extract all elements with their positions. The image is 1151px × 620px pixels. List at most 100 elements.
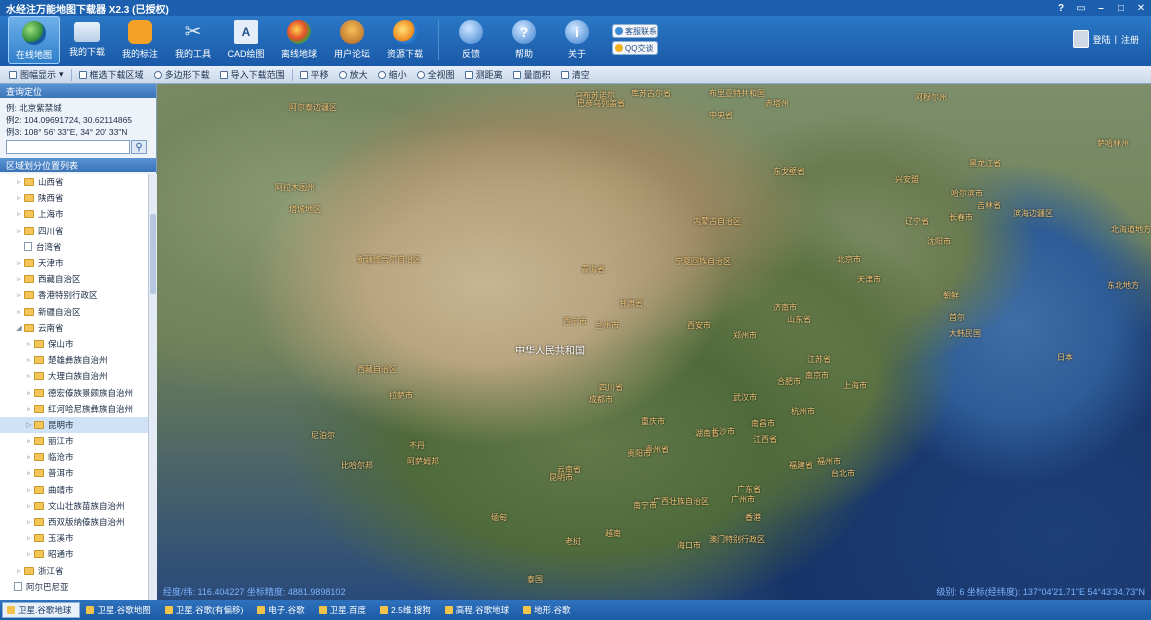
map-source-tab[interactable]: 高程.谷歌地球 [441,602,517,618]
location-search-input[interactable] [6,140,130,154]
scrollbar-thumb[interactable] [150,214,156,294]
offline-globe-button[interactable]: 离线地球 [273,16,325,64]
maximize-button[interactable]: □ [1111,1,1131,15]
tree-item[interactable]: ▹ 山西省 [0,174,148,190]
expand-toggle-icon[interactable]: ▹ [24,389,34,397]
expand-toggle-icon[interactable]: ▹ [24,534,34,542]
expand-toggle-icon[interactable]: ▹ [14,227,24,235]
tree-scrollbar[interactable] [148,174,157,600]
expand-toggle-icon[interactable]: ▹ [14,308,24,316]
resource-download-button[interactable]: 资源下载 [379,16,431,64]
expand-toggle-icon[interactable]: ▹ [24,405,34,413]
tree-item[interactable]: ▹ 西双版纳傣族自治州 [0,514,148,530]
map-view[interactable]: 阿尔泰边疆区 乌布苏诺尔 库苏古尔省 布里亚特共和国 赤塔州 阿穆尔州 巴彦乌列盖省 中央省阿… [157,84,1151,600]
layers-button[interactable]: 图幅显示 ▾ [4,67,69,83]
contact-service-button[interactable]: 客服联系 [612,24,658,38]
expand-toggle-icon[interactable]: ▹ [14,567,24,575]
expand-toggle-icon[interactable]: ▹ [24,356,34,364]
expand-toggle-icon[interactable]: ▹ [24,340,34,348]
tree-item[interactable]: ▹ 上海市 [0,206,148,222]
measure-area-button[interactable]: 量面积 [508,67,556,83]
expand-toggle-icon[interactable]: ◢ [14,324,24,332]
search-button[interactable]: ⚲ [131,140,147,154]
my-marks-button[interactable]: 我的标注 [114,16,166,64]
cad-drawing-button[interactable]: A CAD绘图 [220,16,272,64]
pan-button[interactable]: 平移 [295,67,334,83]
map-source-tab[interactable]: 卫星.百度 [315,602,374,618]
expand-toggle-icon[interactable]: ▹ [24,550,34,558]
tree-item[interactable]: ▹ 临沧市 [0,449,148,465]
expand-toggle-icon[interactable]: ▷ [24,421,34,429]
tree-item[interactable]: ▹ 保山市 [0,336,148,352]
map-source-tab[interactable]: 地形.谷歌 [519,602,578,618]
expand-toggle-icon[interactable]: ▹ [14,291,24,299]
tree-item[interactable]: ▹ 天津市 [0,255,148,271]
my-tools-button[interactable]: ✂ 我的工具 [167,16,219,64]
expand-toggle-icon[interactable]: ▹ [24,437,34,445]
minimize-button[interactable]: – [1091,1,1111,15]
expand-toggle-icon[interactable]: ▹ [24,469,34,477]
zoom-in-button[interactable]: 放大 [334,67,373,83]
map-place-label: 日本 [1057,353,1073,362]
measure-distance-button[interactable]: 测距离 [460,67,508,83]
zoom-out-button[interactable]: 缩小 [373,67,412,83]
tree-item[interactable]: ▹ 西藏自治区 [0,271,148,287]
my-downloads-button[interactable]: 我的下载 [61,16,113,64]
feedback-button[interactable]: 反馈 [445,16,497,64]
expand-toggle-icon[interactable]: ▹ [14,275,24,283]
tree-item[interactable]: ▹ 陕西省 [0,190,148,206]
import-range-button[interactable]: 导入下载范围 [215,67,290,83]
map-source-tab[interactable]: 卫星.谷歌(有偏移) [161,602,252,618]
tree-item-label: 浙江省 [38,565,64,576]
login-link[interactable]: 登陆 [1093,33,1111,46]
online-map-button[interactable]: 在线地图 [8,16,60,64]
map-place-label: 缅甸 [491,513,507,522]
tree-item[interactable]: ▹ 红河哈尼族彝族自治州 [0,401,148,417]
help-button[interactable]: ? 帮助 [498,16,550,64]
user-forum-button[interactable]: 用户论坛 [326,16,378,64]
tree-item[interactable]: ▹ 香港特别行政区 [0,287,148,303]
tree-item[interactable]: 阿尔巴尼亚 [0,579,148,595]
expand-toggle-icon[interactable]: ▹ [24,518,34,526]
expand-toggle-icon[interactable]: ▹ [24,502,34,510]
tree-item[interactable]: ▹ 玉溪市 [0,530,148,546]
expand-toggle-icon[interactable]: ▹ [24,372,34,380]
tree-item[interactable]: ▹ 大理白族自治州 [0,368,148,384]
map-source-tab[interactable]: 卫星.谷歌地图 [82,602,158,618]
tree-item[interactable]: ▹ 文山壮族苗族自治州 [0,498,148,514]
full-view-button[interactable]: 全视图 [412,67,460,83]
expand-toggle-icon[interactable]: ▹ [14,210,24,218]
tree-item[interactable]: ◢ 云南省 [0,320,148,336]
register-link[interactable]: 注册 [1121,33,1139,46]
folder-icon [34,550,44,559]
select-area-button[interactable]: 框选下载区域 [74,67,149,83]
tree-item-label: 保山市 [48,338,74,349]
polygon-download-button[interactable]: 多边形下载 [149,67,215,83]
about-button[interactable]: i 关于 [551,16,603,64]
expand-toggle-icon[interactable]: ▹ [24,453,34,461]
qq-chat-button[interactable]: QQ交谈 [612,41,658,55]
tree-item[interactable]: ▹ 昭通市 [0,546,148,562]
map-place-label: 福建省 [789,461,813,470]
tree-item[interactable]: ▹ 四川省 [0,223,148,239]
restore-button[interactable]: ▭ [1071,1,1091,15]
expand-toggle-icon[interactable]: ▹ [14,178,24,186]
expand-toggle-icon[interactable]: ▹ [14,194,24,202]
tree-item[interactable]: ▹ 曲靖市 [0,482,148,498]
close-button[interactable]: ✕ [1131,1,1151,15]
tree-item[interactable]: ▹ 德宏傣族景颇族自治州 [0,384,148,400]
tree-item[interactable]: ▹ 普洱市 [0,465,148,481]
clear-button[interactable]: 清空 [556,67,595,83]
tree-item[interactable]: ▹ 楚雄彝族自治州 [0,352,148,368]
tree-item[interactable]: ▹ 浙江省 [0,563,148,579]
expand-toggle-icon[interactable]: ▹ [14,259,24,267]
tree-item[interactable]: ▹ 丽江市 [0,433,148,449]
tree-item[interactable]: ▷ 昆明市 [0,416,148,433]
map-source-tab[interactable]: 电子.谷歌 [253,602,312,618]
tree-item[interactable]: ▹ 新疆自治区 [0,304,148,320]
expand-toggle-icon[interactable]: ▹ [24,486,34,494]
tree-item[interactable]: 台湾省 [0,239,148,255]
map-source-tab[interactable]: 卫星.谷歌地球 [2,602,81,618]
map-source-tab[interactable]: 2.5维.搜狗 [376,602,439,618]
help-window-button[interactable]: ? [1051,1,1071,15]
